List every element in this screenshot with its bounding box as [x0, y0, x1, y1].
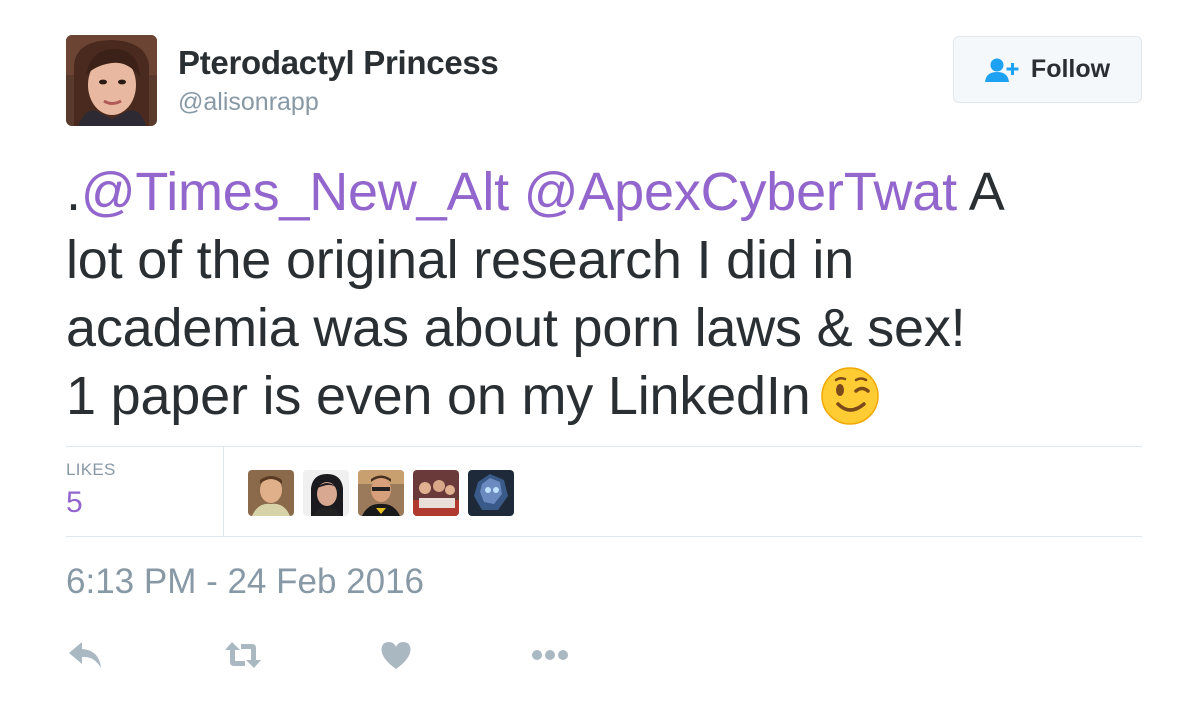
liker-avatar-5[interactable]: [468, 470, 514, 516]
timestamp[interactable]: 6:13 PM - 24 Feb 2016: [66, 562, 424, 602]
more-icon[interactable]: [530, 640, 570, 670]
reply-icon[interactable]: [68, 640, 102, 670]
tweet-line: academia was about porn laws & sex!: [66, 294, 1166, 362]
tweet-text-segment: A: [956, 162, 1005, 222]
mention-link[interactable]: @ApexCyberTwat: [524, 162, 957, 222]
tweet-line: .@Times_New_Alt @ApexCyberTwat A: [66, 158, 1166, 226]
divider: [223, 447, 224, 536]
like-icon[interactable]: [380, 640, 412, 670]
mention-link[interactable]: @Times_New_Alt: [81, 162, 509, 222]
tweet-text-segment: academia was about porn laws & sex!: [66, 298, 966, 358]
tweet-line: lot of the original research I did in: [66, 226, 1166, 294]
tweet-text-segment: 1 paper is even on my LinkedIn: [66, 366, 811, 426]
retweet-icon[interactable]: [223, 640, 263, 670]
tweet-text-segment: [509, 162, 524, 222]
likes-count[interactable]: 5: [66, 486, 83, 520]
liker-avatar-2[interactable]: [303, 470, 349, 516]
liker-avatar-1[interactable]: [248, 470, 294, 516]
follow-user-icon: [984, 57, 1021, 83]
liker-avatar-3[interactable]: [358, 470, 404, 516]
follow-button[interactable]: Follow: [953, 36, 1142, 103]
divider: [66, 536, 1142, 537]
likers-list: [248, 470, 514, 516]
divider: [66, 446, 1142, 447]
display-name[interactable]: Pterodactyl Princess: [178, 44, 499, 82]
follow-label: Follow: [1030, 55, 1111, 83]
avatar[interactable]: [66, 35, 157, 126]
tweet-text: .@Times_New_Alt @ApexCyberTwat Alot of t…: [66, 158, 1166, 430]
liker-avatar-4[interactable]: [413, 470, 459, 516]
likes-label: LIKES: [66, 460, 116, 479]
tweet-card: Pterodactyl Princess @alisonrapp Follow …: [0, 0, 1200, 720]
winking-face-emoji: [820, 366, 880, 426]
tweet-line: 1 paper is even on my LinkedIn: [66, 362, 1166, 430]
profile-photo-icon: [66, 35, 157, 126]
user-handle[interactable]: @alisonrapp: [178, 88, 319, 117]
tweet-text-segment: .: [66, 162, 81, 222]
tweet-text-segment: lot of the original research I did in: [66, 230, 855, 290]
